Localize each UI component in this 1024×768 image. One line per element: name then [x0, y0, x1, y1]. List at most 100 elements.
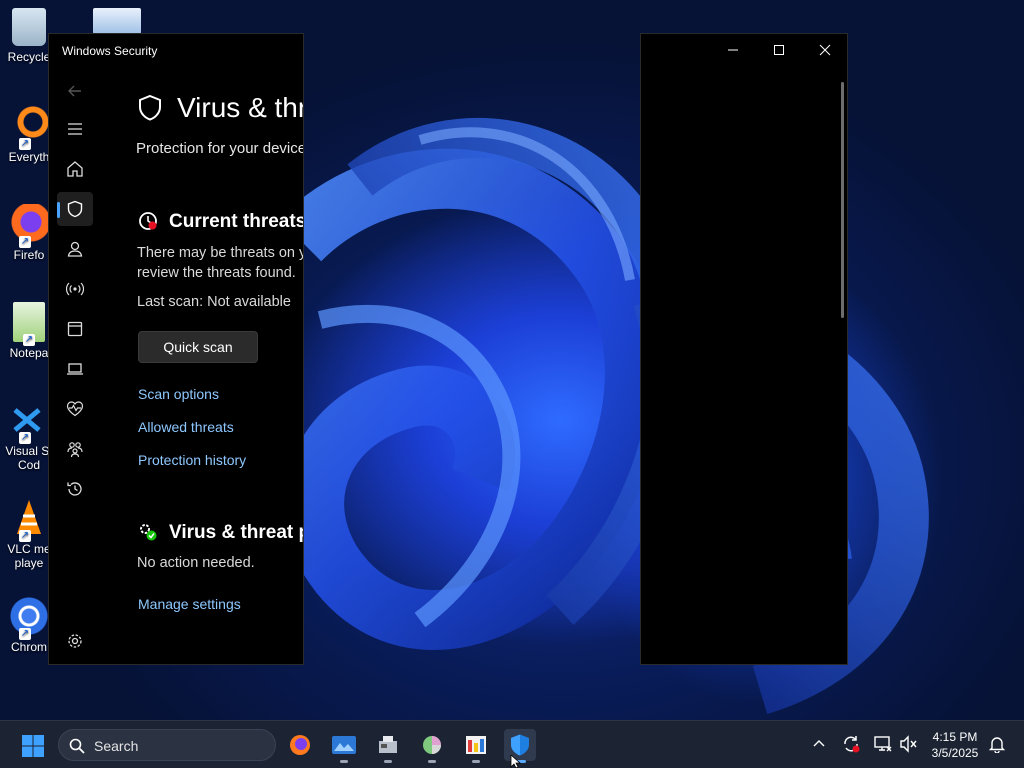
window-title: Windows Security	[62, 44, 158, 58]
nav-settings[interactable]	[57, 624, 93, 658]
control-panel-icon	[466, 736, 486, 754]
desktop-icon-vlc[interactable]: ↗ VLC me playe	[4, 498, 54, 570]
maximize-icon	[774, 45, 784, 55]
nav-app-browser-control[interactable]	[57, 312, 93, 346]
chrome-icon: ↗	[9, 596, 49, 640]
everything-search-icon: ↗	[9, 106, 49, 150]
running-indicator	[428, 760, 436, 763]
nav-home[interactable]	[57, 152, 93, 186]
desktop-icon-recycle-bin[interactable]: Recycle	[4, 8, 54, 64]
taskbar-search-box[interactable]: Search	[58, 729, 276, 761]
back-arrow-icon	[68, 85, 81, 97]
mouse-cursor-icon	[510, 755, 522, 768]
show-hidden-icons-button[interactable]	[808, 733, 830, 755]
search-icon	[69, 738, 85, 754]
family-icon	[67, 442, 83, 458]
health-icon	[66, 401, 84, 417]
last-scan-text: Last scan: Not available	[137, 294, 291, 310]
vertical-scrollbar[interactable]	[841, 82, 844, 318]
tray-network[interactable]	[872, 733, 894, 755]
nav-device-health[interactable]	[57, 392, 93, 426]
running-indicator	[472, 760, 480, 763]
window-right-panel	[640, 33, 848, 665]
tray-volume[interactable]	[898, 733, 920, 755]
taskbar-clock[interactable]: 4:15 PM 3/5/2025	[920, 729, 990, 761]
notepad-icon: ↗	[13, 302, 45, 346]
search-placeholder: Search	[94, 738, 139, 754]
notifications-button[interactable]	[986, 733, 1008, 755]
history-icon	[67, 482, 82, 496]
page-subtitle: Protection for your device	[136, 140, 304, 157]
app-browser-icon	[67, 321, 83, 337]
device-manager-icon	[379, 736, 397, 753]
shield-icon	[511, 734, 529, 756]
nav-family-options[interactable]	[57, 432, 93, 466]
scan-options-link[interactable]: Scan options	[138, 386, 219, 402]
network-icon	[66, 282, 84, 296]
desktop-icon-notepad[interactable]: ↗ Notepa	[4, 302, 54, 360]
firefox-icon: ↗	[9, 204, 49, 248]
clock-date: 3/5/2025	[931, 746, 979, 760]
nav-firewall-network[interactable]	[57, 272, 93, 306]
speaker-muted-icon	[900, 735, 917, 753]
home-icon	[67, 161, 83, 177]
tray-update-status[interactable]	[840, 733, 862, 755]
nav-protection-history[interactable]	[57, 472, 93, 506]
chevron-up-icon	[813, 740, 825, 747]
maximize-button[interactable]	[764, 40, 794, 60]
threats-description-line2: review the threats found.	[137, 265, 296, 281]
settings-gear-check-icon	[140, 524, 157, 541]
window-app-icon	[93, 8, 141, 34]
manage-settings-link[interactable]: Manage settings	[138, 596, 241, 612]
taskbar-photos[interactable]	[328, 729, 360, 763]
nav-account-protection[interactable]	[57, 232, 93, 266]
minimize-icon	[728, 49, 738, 51]
shield-icon	[139, 94, 161, 121]
desktop-icon-firefox[interactable]: ↗ Firefo	[4, 204, 54, 262]
allowed-threats-link[interactable]: Allowed threats	[138, 419, 234, 435]
shortcut-arrow-icon: ↗	[19, 628, 31, 640]
photos-icon	[332, 736, 356, 754]
windows-security-window: Windows Security Virus & th Protection f…	[48, 33, 304, 665]
taskbar-color-app[interactable]	[416, 729, 448, 763]
desktop-icon-everything[interactable]: ↗ Everyth	[4, 106, 54, 164]
device-security-icon	[67, 363, 83, 375]
shortcut-arrow-icon: ↗	[19, 138, 31, 150]
shortcut-arrow-icon: ↗	[19, 236, 31, 248]
back-button[interactable]	[57, 74, 93, 108]
settings-icon	[68, 634, 82, 648]
shortcut-arrow-icon: ↗	[19, 432, 31, 444]
windows-start-icon[interactable]	[21, 734, 45, 758]
protection-status-text: No action needed.	[137, 555, 255, 571]
protection-settings-heading: Virus & threat p	[169, 522, 304, 543]
menu-button[interactable]	[57, 112, 93, 146]
taskbar-control-panel[interactable]	[460, 729, 492, 763]
account-icon	[67, 241, 83, 257]
shortcut-arrow-icon: ↗	[23, 334, 35, 346]
hamburger-menu-icon	[68, 123, 82, 135]
desktop-icon-chrome[interactable]: ↗ Chrom	[4, 596, 54, 654]
clock-time: 4:15 PM	[932, 730, 978, 744]
running-indicator	[340, 760, 348, 763]
quick-scan-button[interactable]: Quick scan	[138, 331, 258, 363]
shortcut-arrow-icon: ↗	[19, 530, 31, 542]
nav-device-security[interactable]	[57, 352, 93, 386]
close-icon	[819, 44, 831, 56]
network-monitor-icon	[874, 736, 892, 752]
minimize-button[interactable]	[718, 40, 748, 60]
desktop-icon-vscode[interactable]: ↗ Visual St Cod	[4, 400, 54, 472]
shield-icon	[67, 200, 83, 218]
firefox-icon	[290, 735, 310, 755]
close-button[interactable]	[810, 40, 840, 60]
current-threats-heading: Current threats	[169, 211, 304, 232]
protection-history-link[interactable]: Protection history	[138, 452, 246, 468]
running-indicator	[384, 760, 392, 763]
taskbar-firefox[interactable]	[284, 729, 316, 761]
threat-clock-icon	[139, 212, 157, 230]
taskbar-device-manager[interactable]	[372, 729, 404, 763]
recycle-bin-icon	[12, 8, 46, 46]
nav-virus-protection[interactable]	[57, 192, 93, 226]
vlc-icon: ↗	[9, 498, 49, 542]
page-title: Virus & thre	[177, 92, 303, 123]
threats-description-line1: There may be threats on y	[137, 245, 304, 261]
